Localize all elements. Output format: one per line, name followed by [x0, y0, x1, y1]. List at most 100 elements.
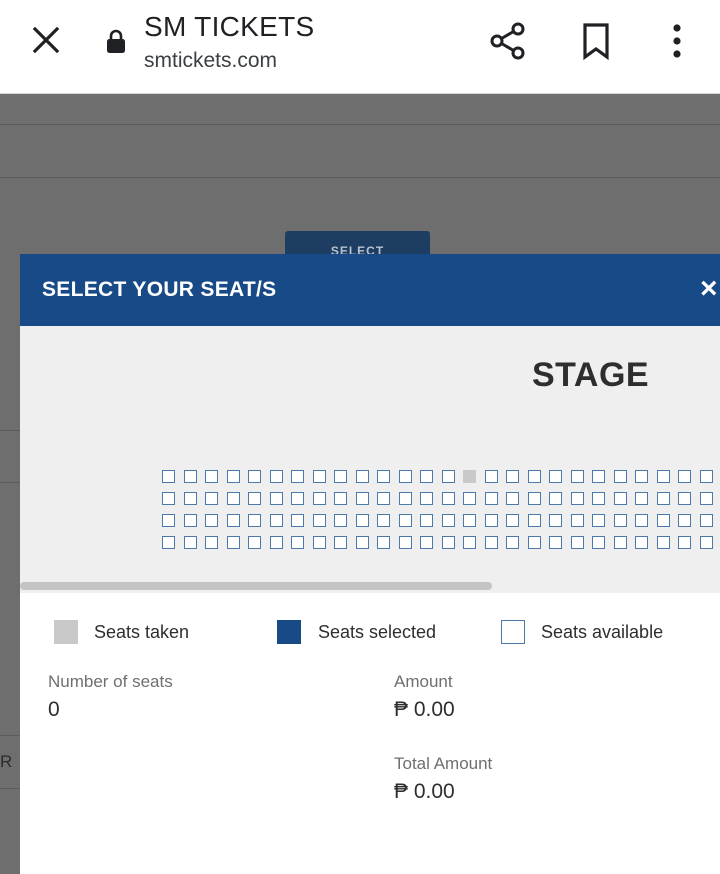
seat-available[interactable]: [463, 492, 476, 505]
seat-available[interactable]: [399, 514, 412, 527]
seat-available[interactable]: [205, 514, 218, 527]
seat-available[interactable]: [334, 536, 347, 549]
seat-available[interactable]: [356, 514, 369, 527]
seat-available[interactable]: [291, 514, 304, 527]
seat-available[interactable]: [506, 536, 519, 549]
seat-available[interactable]: [205, 536, 218, 549]
seat-available[interactable]: [248, 536, 261, 549]
seat-available[interactable]: [377, 514, 390, 527]
seat-available[interactable]: [227, 492, 240, 505]
seat-available[interactable]: [162, 536, 175, 549]
seat-available[interactable]: [377, 492, 390, 505]
seat-available[interactable]: [571, 536, 584, 549]
seat-available[interactable]: [399, 470, 412, 483]
seat-available[interactable]: [399, 536, 412, 549]
seat-map-scrollbar[interactable]: [20, 582, 492, 590]
seat-available[interactable]: [227, 514, 240, 527]
seat-available[interactable]: [700, 492, 713, 505]
seat-available[interactable]: [442, 492, 455, 505]
seat-available[interactable]: [485, 492, 498, 505]
seat-available[interactable]: [528, 470, 541, 483]
seat-available[interactable]: [442, 536, 455, 549]
bookmark-icon[interactable]: [578, 20, 614, 62]
seat-available[interactable]: [334, 514, 347, 527]
seat-available[interactable]: [227, 470, 240, 483]
seat-available[interactable]: [205, 470, 218, 483]
seat-available[interactable]: [549, 492, 562, 505]
seat-available[interactable]: [678, 470, 691, 483]
seat-available[interactable]: [506, 470, 519, 483]
seat-available[interactable]: [162, 492, 175, 505]
seat-available[interactable]: [162, 514, 175, 527]
seat-available[interactable]: [614, 536, 627, 549]
seat-available[interactable]: [291, 470, 304, 483]
seat-available[interactable]: [506, 492, 519, 505]
seat-available[interactable]: [614, 514, 627, 527]
seat-available[interactable]: [205, 492, 218, 505]
seat-available[interactable]: [270, 536, 283, 549]
seat-available[interactable]: [313, 492, 326, 505]
more-vert-icon[interactable]: [662, 20, 692, 62]
seat-available[interactable]: [700, 536, 713, 549]
seat-available[interactable]: [528, 514, 541, 527]
seat-available[interactable]: [635, 470, 648, 483]
seat-available[interactable]: [162, 470, 175, 483]
seat-available[interactable]: [420, 492, 433, 505]
seat-available[interactable]: [248, 470, 261, 483]
seat-available[interactable]: [571, 514, 584, 527]
seat-available[interactable]: [592, 470, 605, 483]
share-icon[interactable]: [488, 20, 528, 62]
seat-available[interactable]: [485, 470, 498, 483]
seat-available[interactable]: [657, 514, 670, 527]
seat-available[interactable]: [399, 492, 412, 505]
seat-available[interactable]: [313, 514, 326, 527]
seat-available[interactable]: [678, 492, 691, 505]
seat-available[interactable]: [657, 470, 670, 483]
seat-available[interactable]: [549, 470, 562, 483]
seat-available[interactable]: [635, 536, 648, 549]
seat-available[interactable]: [356, 492, 369, 505]
seat-available[interactable]: [184, 470, 197, 483]
seat-available[interactable]: [592, 514, 605, 527]
seat-available[interactable]: [248, 492, 261, 505]
seat-available[interactable]: [442, 514, 455, 527]
seat-available[interactable]: [700, 470, 713, 483]
seat-available[interactable]: [270, 514, 283, 527]
seat-available[interactable]: [678, 514, 691, 527]
seat-available[interactable]: [420, 514, 433, 527]
seat-available[interactable]: [657, 492, 670, 505]
seat-available[interactable]: [614, 492, 627, 505]
seat-available[interactable]: [313, 470, 326, 483]
seat-available[interactable]: [291, 492, 304, 505]
seat-available[interactable]: [184, 514, 197, 527]
seat-available[interactable]: [420, 536, 433, 549]
seat-available[interactable]: [485, 514, 498, 527]
seat-available[interactable]: [592, 536, 605, 549]
seat-available[interactable]: [420, 470, 433, 483]
seat-available[interactable]: [270, 470, 283, 483]
seat-available[interactable]: [528, 492, 541, 505]
seat-available[interactable]: [442, 470, 455, 483]
seat-available[interactable]: [377, 536, 390, 549]
seat-available[interactable]: [549, 536, 562, 549]
seat-available[interactable]: [506, 514, 519, 527]
seat-available[interactable]: [334, 492, 347, 505]
seat-available[interactable]: [528, 536, 541, 549]
seat-available[interactable]: [614, 470, 627, 483]
site-url[interactable]: smtickets.com: [144, 49, 277, 73]
seat-available[interactable]: [485, 536, 498, 549]
seat-available[interactable]: [635, 492, 648, 505]
close-icon[interactable]: [28, 22, 64, 58]
seat-available[interactable]: [291, 536, 304, 549]
seat-available[interactable]: [571, 492, 584, 505]
seat-available[interactable]: [463, 514, 476, 527]
seat-available[interactable]: [248, 514, 261, 527]
seat-available[interactable]: [377, 470, 390, 483]
seat-available[interactable]: [463, 536, 476, 549]
seat-available[interactable]: [700, 514, 713, 527]
seat-available[interactable]: [657, 536, 670, 549]
seat-available[interactable]: [571, 470, 584, 483]
seat-available[interactable]: [184, 536, 197, 549]
seat-available[interactable]: [313, 536, 326, 549]
seat-available[interactable]: [227, 536, 240, 549]
